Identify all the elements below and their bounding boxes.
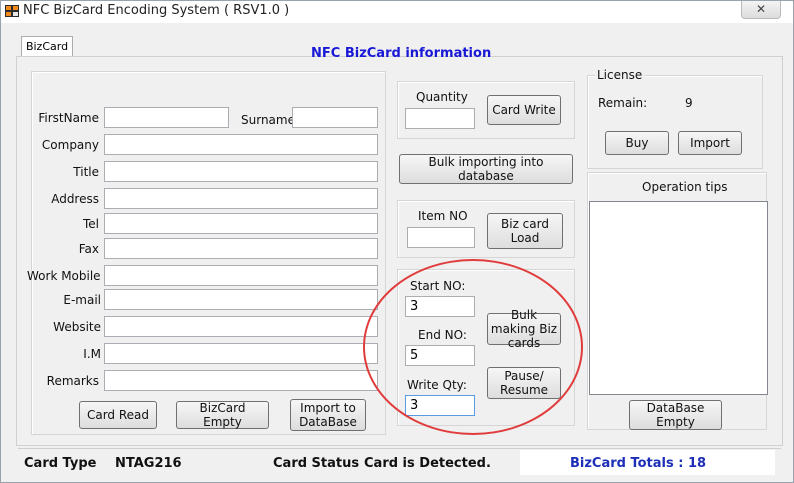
address-label: Address [51, 192, 99, 206]
firstname-input[interactable] [104, 107, 229, 128]
import-to-database-button[interactable]: Import to DataBase [290, 399, 366, 431]
work-mobile-label: Work Mobile [27, 269, 101, 283]
bulk-import-button[interactable]: Bulk importing into database [399, 154, 573, 184]
website-input[interactable] [104, 316, 378, 337]
page-title: NFC BizCard information [311, 46, 492, 61]
quantity-input[interactable] [405, 108, 475, 129]
card-type-label: Card Type [24, 456, 97, 471]
company-input[interactable] [104, 134, 378, 155]
buy-button[interactable]: Buy [605, 131, 669, 155]
app-icon [5, 5, 19, 17]
close-button[interactable]: ✕ [741, 1, 781, 19]
email-label: E-mail [63, 293, 101, 307]
write-qty-label: Write Qty: [407, 378, 467, 392]
bulk-making-button[interactable]: Bulk making Biz cards [487, 308, 561, 350]
remarks-label: Remarks [46, 374, 99, 388]
close-icon: ✕ [755, 2, 767, 16]
tel-label: Tel [82, 217, 99, 231]
item-no-input[interactable] [407, 227, 475, 248]
tab-bizcard[interactable]: BizCard [21, 36, 73, 56]
import-button[interactable]: Import [678, 131, 742, 155]
pause-resume-button[interactable]: Pause/ Resume [487, 367, 561, 399]
app-window: NFC BizCard Encoding System ( RSV1.0 ) ✕… [0, 0, 794, 483]
card-write-button[interactable]: Card Write [487, 95, 561, 125]
write-qty-input[interactable] [405, 395, 475, 416]
address-input[interactable] [104, 188, 378, 209]
item-no-label: Item NO [418, 209, 468, 223]
card-read-button[interactable]: Card Read [79, 401, 157, 429]
database-empty-button[interactable]: DataBase Empty [629, 400, 722, 430]
im-label: I.M [83, 347, 101, 361]
fax-input[interactable] [104, 238, 378, 259]
operation-tips-box [589, 201, 768, 395]
window-title: NFC BizCard Encoding System ( RSV1.0 ) [23, 3, 290, 18]
remain-value: 9 [685, 96, 693, 110]
end-no-input[interactable] [405, 345, 475, 366]
start-no-input[interactable] [405, 296, 475, 317]
title-input[interactable] [104, 161, 378, 182]
start-no-label: Start NO: [410, 279, 466, 293]
end-no-label: End NO: [418, 328, 467, 342]
quantity-label: Quantity [416, 90, 468, 104]
tel-input[interactable] [104, 213, 378, 234]
card-status-label: Card Status [273, 456, 360, 471]
title-label: Title [73, 165, 99, 179]
surname-input[interactable] [292, 107, 378, 128]
totals-box: BizCard Totals : 18 [520, 450, 775, 475]
status-bar: Card Type NTAG216 Card Status Card is De… [18, 448, 781, 477]
work-mobile-input[interactable] [104, 265, 378, 286]
remain-label: Remain: [598, 96, 648, 110]
license-title: License [595, 68, 645, 82]
fax-label: Fax [78, 242, 99, 256]
operation-tips-title: Operation tips [642, 180, 728, 194]
title-bar: NFC BizCard Encoding System ( RSV1.0 ) ✕ [1, 1, 793, 23]
surname-label: Surname [241, 113, 295, 127]
im-input[interactable] [104, 343, 378, 364]
bizcard-totals: BizCard Totals : 18 [570, 456, 707, 471]
firstname-label: FirstName [38, 111, 99, 125]
email-input[interactable] [104, 289, 378, 310]
website-label: Website [53, 320, 101, 334]
company-label: Company [41, 138, 99, 152]
card-status-value: Card is Detected. [364, 456, 491, 471]
remarks-input[interactable] [104, 370, 378, 391]
biz-card-load-button[interactable]: Biz card Load [487, 213, 563, 249]
bizcard-empty-button[interactable]: BizCard Empty [176, 401, 269, 429]
card-type-value: NTAG216 [115, 456, 182, 471]
